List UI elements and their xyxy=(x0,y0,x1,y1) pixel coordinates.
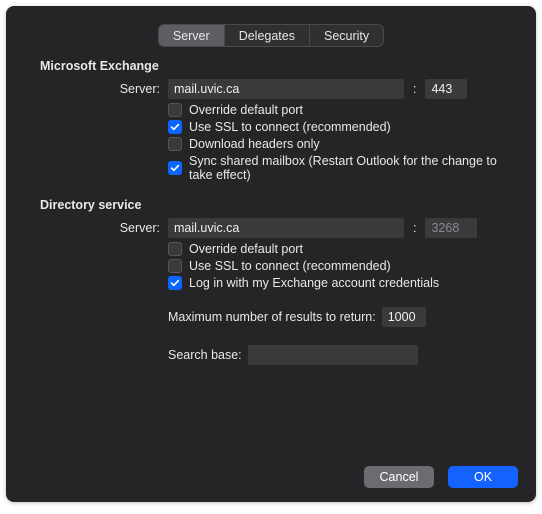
exchange-server-input[interactable] xyxy=(168,79,404,99)
exchange-port-input[interactable] xyxy=(425,79,467,99)
tab-security[interactable]: Security xyxy=(310,25,383,46)
directory-use-ssl-checkbox[interactable] xyxy=(168,259,182,273)
exchange-use-ssl-label: Use SSL to connect (recommended) xyxy=(189,120,391,134)
exchange-server-label: Server: xyxy=(22,82,168,96)
exchange-override-port-checkbox[interactable] xyxy=(168,103,182,117)
directory-section-title: Directory service xyxy=(40,198,520,212)
cancel-button[interactable]: Cancel xyxy=(364,466,434,488)
tab-delegates[interactable]: Delegates xyxy=(225,25,310,46)
exchange-use-ssl-checkbox[interactable] xyxy=(168,120,182,134)
directory-search-base-input[interactable] xyxy=(248,345,418,365)
directory-override-port-checkbox[interactable] xyxy=(168,242,182,256)
ok-button[interactable]: OK xyxy=(448,466,518,488)
exchange-download-headers-checkbox[interactable] xyxy=(168,137,182,151)
port-separator: : xyxy=(410,82,419,96)
exchange-override-port-label: Override default port xyxy=(189,103,303,117)
exchange-download-headers-label: Download headers only xyxy=(189,137,320,151)
directory-login-exchange-checkbox[interactable] xyxy=(168,276,182,290)
directory-override-port-label: Override default port xyxy=(189,242,303,256)
check-icon xyxy=(170,122,180,132)
tab-bar: Server Delegates Security xyxy=(6,6,536,47)
check-icon xyxy=(170,278,180,288)
directory-server-label: Server: xyxy=(22,221,168,235)
directory-max-results-input[interactable] xyxy=(382,307,426,327)
directory-search-base-label: Search base: xyxy=(168,348,242,362)
directory-server-input[interactable] xyxy=(168,218,404,238)
check-icon xyxy=(170,163,180,173)
port-separator: : xyxy=(410,221,419,235)
exchange-section-title: Microsoft Exchange xyxy=(40,59,520,73)
exchange-sync-shared-checkbox[interactable] xyxy=(168,161,182,175)
exchange-sync-shared-label: Sync shared mailbox (Restart Outlook for… xyxy=(189,154,520,182)
directory-max-results-label: Maximum number of results to return: xyxy=(168,310,382,324)
directory-login-exchange-label: Log in with my Exchange account credenti… xyxy=(189,276,439,290)
directory-use-ssl-label: Use SSL to connect (recommended) xyxy=(189,259,391,273)
settings-dialog: Server Delegates Security Microsoft Exch… xyxy=(6,6,536,502)
tab-server[interactable]: Server xyxy=(159,25,225,46)
directory-port-input[interactable] xyxy=(425,218,477,238)
